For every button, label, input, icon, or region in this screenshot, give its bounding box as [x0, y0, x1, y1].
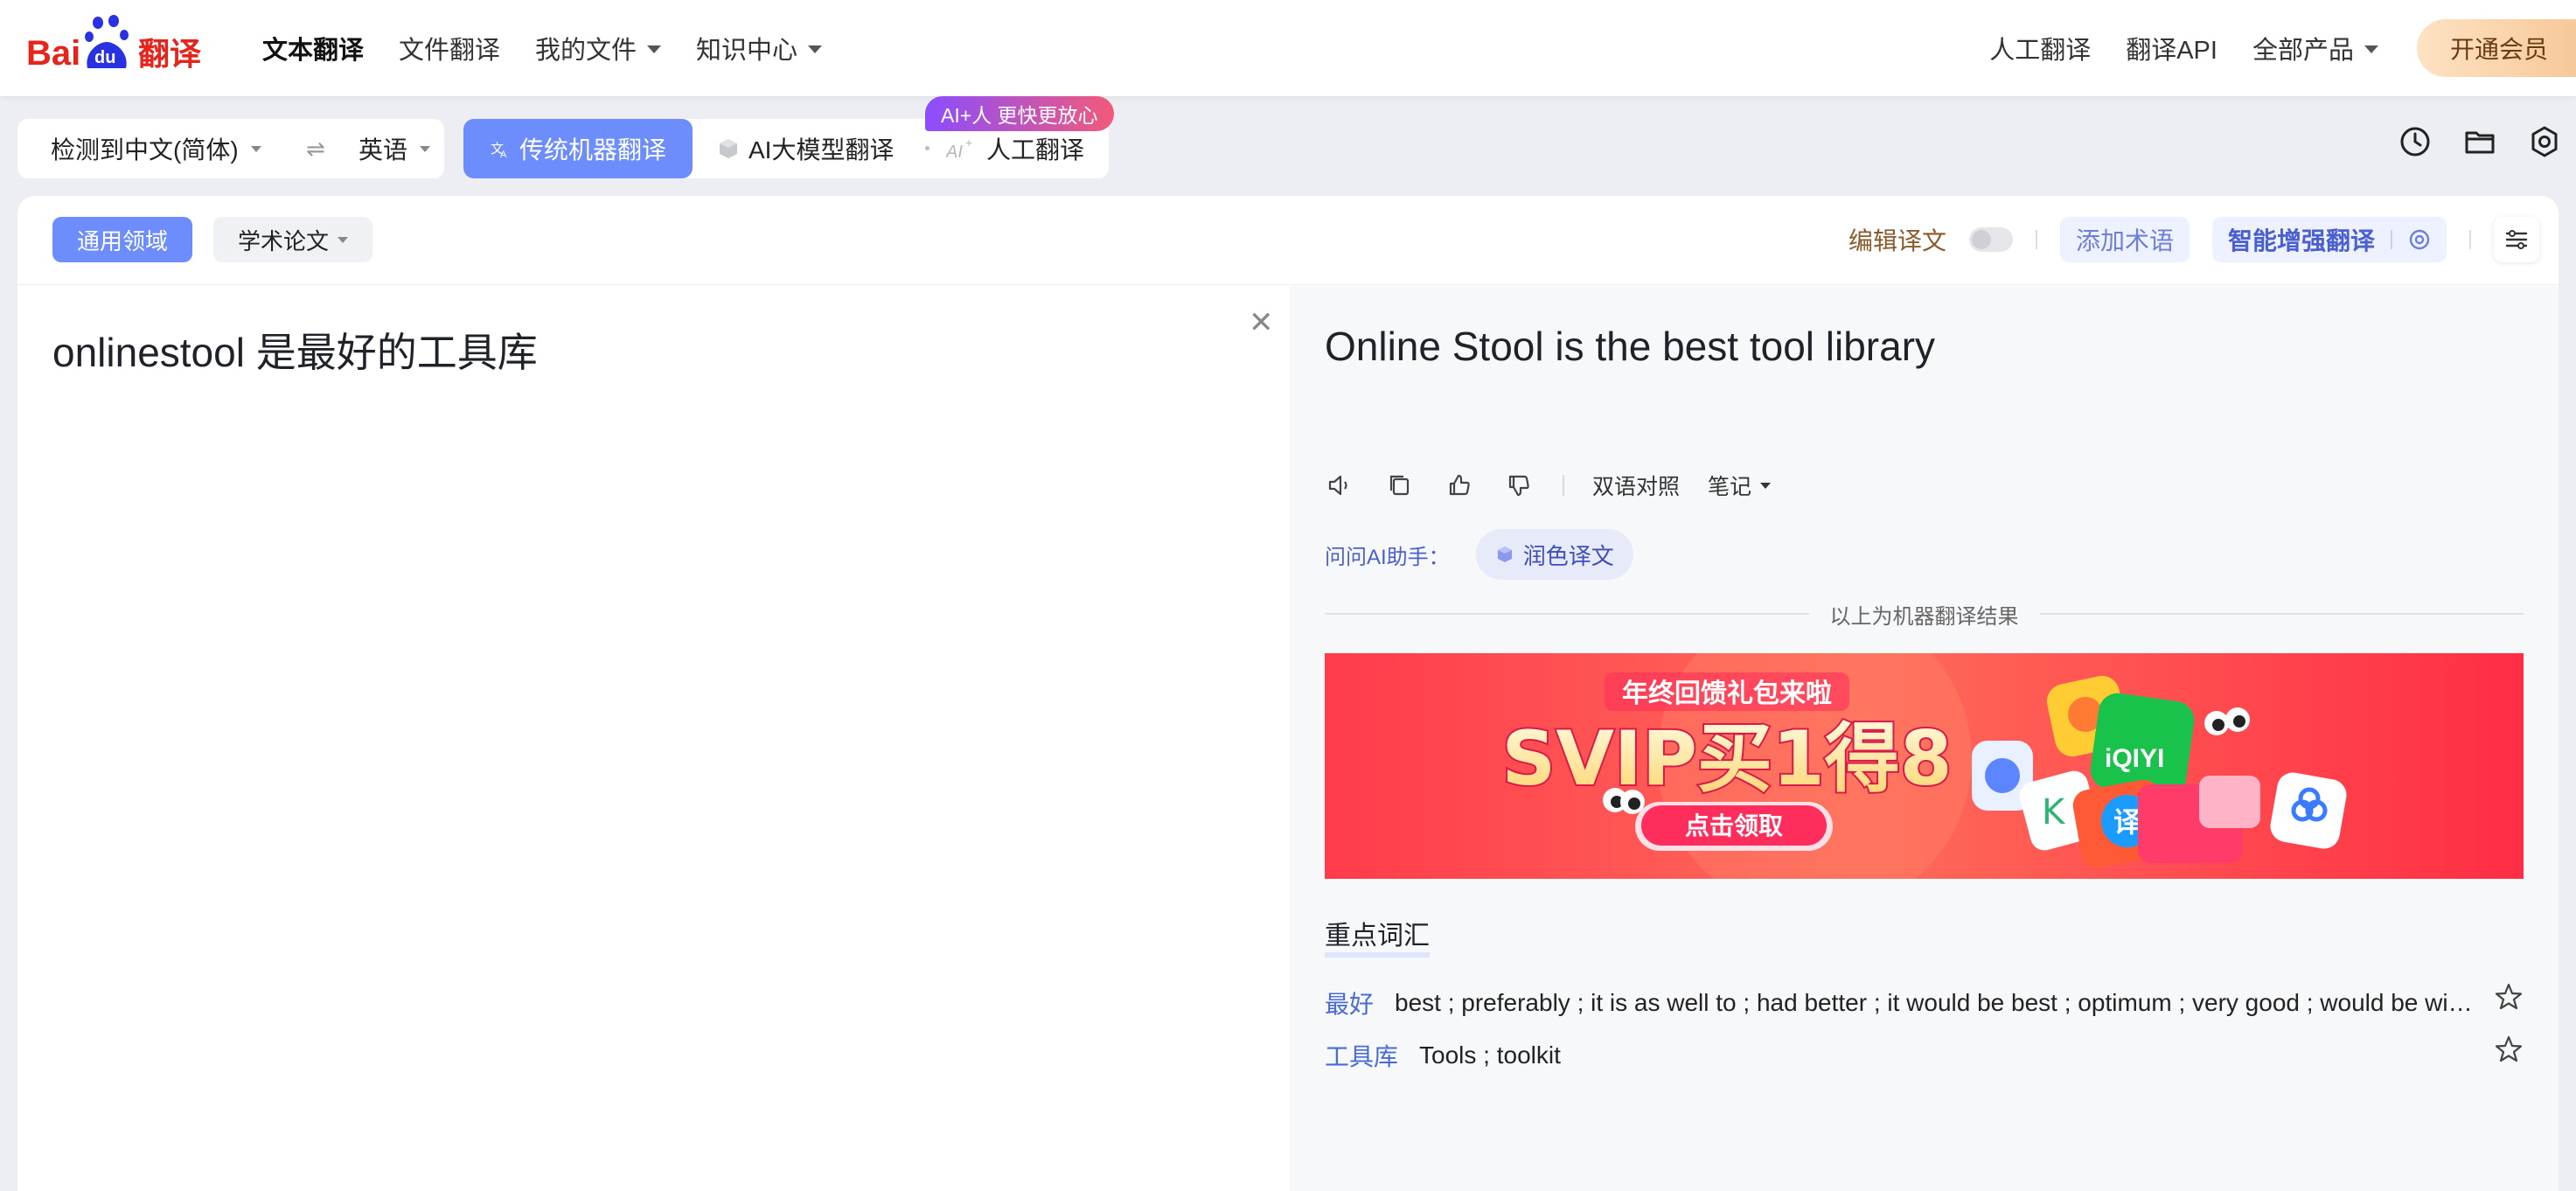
favorite-star-icon[interactable] — [2494, 1034, 2524, 1070]
svg-text:AI: AI — [946, 143, 963, 161]
vip-button[interactable]: 开通会员 — [2416, 19, 2576, 77]
bilingual-compare-button[interactable]: 双语对照 — [1592, 470, 1680, 501]
machine-result-divider: 以上为机器翻译结果 — [1325, 601, 2524, 629]
nav-human-translation[interactable]: 人工翻译 — [1989, 30, 2091, 66]
banner-main-text: SVIP买1得8 — [1501, 715, 1952, 803]
folder-icon[interactable] — [2462, 124, 2497, 159]
notes-dropdown[interactable]: 笔记 — [1708, 470, 1772, 501]
ai-plus-icon: AI + — [946, 136, 972, 161]
tab-ai-model-translation[interactable]: AI大模型翻译 — [717, 119, 894, 178]
ask-ai-assistant: 问问AI助手： 润色译文 — [1325, 529, 1633, 580]
output-actions: 双语对照 笔记 — [1325, 468, 1772, 503]
divider — [2469, 230, 2471, 249]
divider — [1563, 475, 1564, 496]
smart-enhance-button[interactable]: 智能增强翻译 — [2211, 217, 2447, 262]
key-vocabulary-title: 重点词汇 — [1325, 914, 1430, 958]
swap-languages-icon[interactable]: ⇌ — [306, 136, 325, 163]
utility-toolbar — [2398, 124, 2562, 159]
target-icon — [2409, 229, 2430, 250]
domain-general-button[interactable]: 通用领域 — [52, 217, 193, 262]
divider — [2391, 230, 2392, 249]
banner-headline: 年终回馈礼包来啦 — [1622, 679, 1832, 709]
nav-file-translation[interactable]: 文件翻译 — [399, 30, 500, 66]
favorite-star-icon[interactable] — [2494, 982, 2524, 1018]
vocab-definition: best ; preferably ; it is as well to ; h… — [1395, 989, 2480, 1016]
panel-menu-button[interactable] — [2494, 217, 2539, 262]
baidu-fanyi-logo[interactable]: Bai du 翻译 — [26, 14, 210, 75]
nav-knowledge-center[interactable]: 知识中心 — [696, 30, 823, 66]
add-term-button[interactable]: 添加术语 — [2059, 217, 2190, 262]
vocab-definition: Tools ; toolkit — [1419, 1041, 1561, 1069]
divider — [2035, 230, 2037, 249]
edit-translation-label: 编辑译文 — [1848, 227, 1946, 254]
translation-output: Online Stool is the best tool library — [1325, 324, 1936, 369]
translation-workspace: 通用领域 学术论文 编辑译文 添加术语 智能增强翻译 onlinestool 是… — [17, 196, 2559, 1191]
svg-text:A: A — [500, 150, 507, 159]
domain-options-bar: 通用领域 学术论文 编辑译文 添加术语 智能增强翻译 — [17, 196, 2559, 285]
chevron-down-icon — [250, 145, 261, 152]
vocab-item: 工具库 Tools ; toolkit — [1325, 1035, 2524, 1073]
separator-dot — [925, 146, 929, 150]
source-panel: onlinestool 是最好的工具库 ✕ — [17, 286, 1290, 1191]
chevron-down-icon — [420, 145, 431, 152]
ai-human-promo-badge: AI+人 更快更放心 — [925, 96, 1114, 131]
clear-input-icon[interactable]: ✕ — [1249, 305, 1274, 340]
svg-text:翻译: 翻译 — [138, 37, 202, 73]
tab-machine-translation[interactable]: 文A 传统机器翻译 — [463, 119, 693, 178]
language-selector: 检测到中文(简体) ⇌ 英语 — [17, 119, 444, 178]
promo-banner-art: 年终回馈礼包来啦 SVIP买1得8 点击领取 K iQIYI 译 — [1325, 653, 2524, 879]
svip-promo-banner[interactable]: 年终回馈礼包来啦 SVIP买1得8 点击领取 K iQIYI 译 — [1325, 653, 2524, 879]
svg-text:Bai: Bai — [26, 34, 80, 73]
banner-cta: 点击领取 — [1685, 811, 1783, 840]
history-icon[interactable] — [2398, 124, 2433, 159]
vocab-item: 最好 best ; preferably ; it is as well to … — [1325, 983, 2524, 1020]
settings-icon[interactable] — [2527, 124, 2562, 159]
svg-text:K: K — [2042, 792, 2066, 832]
chevron-down-icon — [1760, 482, 1772, 489]
nav-my-files[interactable]: 我的文件 — [535, 30, 662, 66]
chevron-down-icon — [338, 236, 349, 243]
banner-iqiyi: iQIYI — [2105, 744, 2164, 773]
translate-icon: 文A — [491, 141, 507, 159]
target-language-select[interactable]: 英语 — [359, 131, 431, 166]
chevron-down-icon — [647, 45, 662, 53]
list-settings-icon — [2505, 230, 2528, 249]
chevron-down-icon — [808, 45, 823, 53]
top-navigation: Bai du 翻译 文本翻译 文件翻译 我的文件 知识中心 人工翻译 翻译API… — [0, 0, 2576, 96]
cube-icon — [720, 139, 737, 158]
ask-ai-label: 问问AI助手： — [1325, 545, 1450, 569]
thumbs-down-icon[interactable] — [1503, 470, 1535, 501]
thumbs-up-icon[interactable] — [1444, 470, 1475, 501]
svg-text:du: du — [94, 48, 115, 67]
nav-all-products[interactable]: 全部产品 — [2252, 30, 2378, 66]
chevron-down-icon — [2364, 45, 2378, 53]
svg-text:+: + — [965, 136, 972, 150]
source-language-select[interactable]: 检测到中文(简体) — [51, 131, 261, 166]
vocab-word[interactable]: 工具库 — [1325, 1038, 1398, 1073]
vocab-word[interactable]: 最好 — [1325, 986, 1374, 1020]
target-panel: Online Stool is the best tool library 双语… — [1290, 286, 2559, 1191]
speaker-icon[interactable] — [1325, 470, 1356, 501]
nav-text-translation[interactable]: 文本翻译 — [262, 30, 364, 66]
edit-translation-toggle[interactable] — [1968, 227, 2013, 252]
polish-translation-button[interactable]: 润色译文 — [1475, 529, 1633, 580]
machine-result-note: 以上为机器翻译结果 — [1829, 604, 2019, 629]
copy-icon[interactable] — [1384, 470, 1416, 501]
domain-academic-select[interactable]: 学术论文 — [213, 217, 373, 262]
source-text-input[interactable]: onlinestool 是最好的工具库 — [52, 321, 538, 379]
ai-cube-icon — [1497, 547, 1512, 562]
nav-translation-api[interactable]: 翻译API — [2126, 30, 2217, 66]
